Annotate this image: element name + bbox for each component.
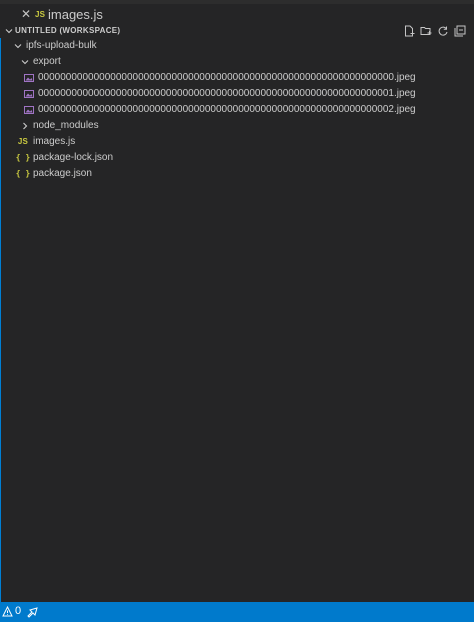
- js-file-icon: JS: [17, 137, 29, 146]
- tree-item-node-modules[interactable]: node_modules: [1, 118, 473, 134]
- tree-item-label: ipfs-upload-bulk: [26, 40, 97, 51]
- json-file-icon: { }: [15, 169, 31, 178]
- chevron-down-icon: [21, 60, 29, 65]
- problems-indicator[interactable]: 0: [2, 605, 21, 617]
- open-editor-label: images.js: [48, 7, 103, 22]
- image-file-icon: [24, 90, 34, 98]
- json-file-icon: { }: [15, 153, 31, 162]
- tree-item-images-js[interactable]: JS images.js: [1, 134, 473, 150]
- tree-item-label: 0000000000000000000000000000000000000000…: [38, 104, 416, 115]
- new-folder-icon[interactable]: [420, 24, 432, 38]
- tree-item-image-file[interactable]: 0000000000000000000000000000000000000000…: [1, 70, 473, 86]
- tree-item-label: 0000000000000000000000000000000000000000…: [38, 72, 416, 83]
- close-icon[interactable]: ✕: [18, 6, 34, 22]
- image-file-icon: [24, 74, 34, 82]
- chevron-down-icon: [14, 44, 22, 49]
- open-editor-item[interactable]: ✕ JS images.js: [0, 4, 474, 24]
- tree-item-package-json[interactable]: { } package.json: [1, 166, 473, 182]
- js-file-icon: JS: [35, 10, 46, 19]
- refresh-icon[interactable]: [437, 24, 449, 38]
- tree-item-label: images.js: [33, 136, 76, 147]
- new-file-icon[interactable]: [403, 24, 415, 38]
- tree-item-image-file[interactable]: 0000000000000000000000000000000000000000…: [1, 102, 473, 118]
- collapse-all-icon[interactable]: [454, 24, 466, 38]
- tree-item-label: package.json: [33, 168, 92, 179]
- image-file-icon: [24, 106, 34, 114]
- tree-item-label: export: [33, 56, 61, 67]
- tree-item-label: package-lock.json: [33, 152, 114, 163]
- tree-item-label: node_modules: [33, 120, 99, 131]
- tree-item-image-file[interactable]: 0000000000000000000000000000000000000000…: [1, 86, 473, 102]
- problems-count: 0: [15, 605, 22, 617]
- status-bar: 0: [0, 602, 474, 622]
- file-tree: ipfs-upload-bulk export 0000000000000000…: [0, 38, 474, 602]
- live-share-icon[interactable]: [26, 605, 40, 619]
- warning-icon: [2, 605, 13, 616]
- tree-item-package-lock-json[interactable]: { } package-lock.json: [1, 150, 473, 166]
- tree-item-label: 0000000000000000000000000000000000000000…: [38, 88, 416, 99]
- chevron-right-icon: [23, 122, 28, 130]
- workspace-header[interactable]: UNTITLED (WORKSPACE): [0, 24, 474, 38]
- explorer-actions: [403, 24, 466, 38]
- chevron-down-icon: [5, 29, 13, 34]
- workspace-title: UNTITLED (WORKSPACE): [15, 26, 121, 35]
- tree-item-export[interactable]: export: [1, 54, 473, 70]
- tree-item-ipfs-upload-bulk[interactable]: ipfs-upload-bulk: [1, 38, 473, 54]
